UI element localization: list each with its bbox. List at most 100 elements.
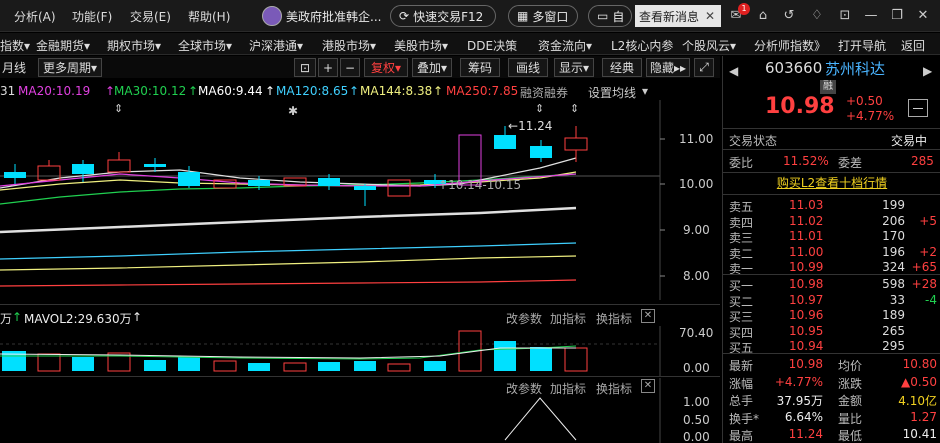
menu-trade[interactable]: 交易(E): [130, 8, 171, 25]
buy-price: 10.97: [789, 292, 824, 307]
restore-icon[interactable]: ⊡: [836, 7, 854, 25]
chevron-down-icon: ▾: [582, 60, 590, 75]
ma60-label: MA60:9.44: [198, 84, 263, 98]
window-close-icon[interactable]: ✕: [914, 7, 932, 25]
screen-icon: ▭: [597, 9, 609, 23]
plus-icon: +: [322, 60, 334, 75]
lock-button[interactable]: ⊡: [294, 58, 316, 77]
more-period-dropdown[interactable]: 更多周期 ▾: [38, 58, 102, 77]
ma60-line: [0, 206, 577, 234]
quick-trade-button[interactable]: ⟳ 快速交易F12: [390, 5, 496, 27]
nav-l2-core[interactable]: L2核心内参: [611, 37, 673, 54]
nav-futures[interactable]: 金融期货▾: [36, 37, 90, 54]
margin-trading-label[interactable]: 融资融券: [520, 84, 568, 101]
stat-row: 换手* 6.64% 量比 1.27: [723, 410, 940, 426]
display-label: 显示: [558, 61, 583, 75]
stat-row: 总手 37.95万 金额 4.10亿: [723, 392, 940, 408]
display-dropdown[interactable]: 显示 ▾: [554, 58, 594, 77]
next-stock-icon[interactable]: ▶: [923, 64, 932, 78]
kline-chart[interactable]: ⇕ ✱ ⇕ ⇕: [0, 100, 720, 300]
buy-row[interactable]: 买三 10.96 189: [723, 308, 940, 324]
sell-price: 10.99: [789, 260, 824, 274]
buy-volume: 33: [889, 292, 905, 307]
overlay-dropdown[interactable]: 叠加 ▾: [412, 58, 452, 77]
stat-value: +4.77%: [774, 374, 823, 389]
buy-row[interactable]: 买二 10.97 33 -4: [723, 292, 940, 309]
new-message-button[interactable]: 查看新消息 ✕: [635, 5, 721, 27]
nav-return[interactable]: 返回: [901, 37, 925, 54]
fullscreen-button[interactable]: ⤢: [694, 58, 714, 77]
sell-label: 卖三: [729, 231, 754, 245]
sell-row[interactable]: 卖三 11.01 170: [723, 229, 940, 245]
buy-row[interactable]: 买五 10.94 295: [723, 339, 940, 355]
draw-line-button[interactable]: 画线: [508, 58, 548, 77]
news-ticker[interactable]: 美政府批准韩企...: [262, 5, 381, 27]
collapse-button[interactable]: [908, 99, 928, 117]
buy-volume: 295: [882, 339, 905, 353]
buy-row[interactable]: 买一 10.98 598 +28: [723, 277, 940, 293]
sell-delta: +5: [919, 213, 937, 228]
ma144-label: MA144:8.38: [360, 84, 433, 98]
prev-stock-icon[interactable]: ◀: [729, 64, 738, 78]
close-icon[interactable]: ✕: [705, 9, 715, 23]
event-marker-icon[interactable]: ⇕: [114, 102, 123, 115]
home-icon[interactable]: ⌂: [754, 7, 772, 25]
event-marker-icon[interactable]: ⇕: [570, 102, 579, 115]
divider: [723, 149, 940, 150]
nav-us-stocks[interactable]: 美股市场▾: [394, 37, 448, 54]
sell-row[interactable]: 卖四 11.02 206 +5: [723, 213, 940, 230]
hide-button[interactable]: 隐藏 ▸▸: [646, 58, 690, 77]
zoom-out-button[interactable]: −: [340, 58, 360, 77]
sell-delta: +2: [919, 244, 937, 259]
maximize-icon[interactable]: ❐: [888, 7, 906, 25]
event-marker-icon[interactable]: ✱: [288, 104, 298, 118]
buy-l2-link[interactable]: 购买L2查看十档行情: [723, 173, 940, 193]
shirt-icon[interactable]: ♢: [808, 7, 826, 25]
stat-value: ▲0.50: [901, 374, 937, 389]
stat-label: 涨幅: [729, 376, 754, 391]
nav-fund-flow[interactable]: 资金流向▾: [538, 37, 592, 54]
nav-analyst-index[interactable]: 分析师指数》: [754, 37, 826, 54]
chips-button[interactable]: 筹码: [460, 58, 500, 77]
chevron-down-icon[interactable]: ▾: [642, 84, 648, 98]
back-icon[interactable]: ↺: [780, 7, 798, 25]
menu-help[interactable]: 帮助(H): [188, 8, 230, 25]
fuquan-dropdown[interactable]: 复权 ▾: [364, 58, 408, 77]
nav-open-guide[interactable]: 打开导航: [838, 37, 886, 54]
overlay-label: 叠加: [416, 61, 441, 75]
edit-params-button[interactable]: 改参数: [506, 310, 542, 327]
classic-button[interactable]: 经典: [602, 58, 642, 77]
close-icon[interactable]: ✕: [641, 309, 655, 323]
stat-row: 最高 11.24 最低 10.41: [723, 427, 940, 443]
sell-label: 卖四: [729, 215, 754, 230]
menu-function[interactable]: 功能(F): [72, 8, 112, 25]
self-select-button[interactable]: ▭ 自: [588, 5, 632, 27]
sell-row[interactable]: 卖二 11.00 196 +2: [723, 244, 940, 261]
sell-row[interactable]: 卖一 10.99 324 +65: [723, 260, 940, 276]
weicha-value: 285: [911, 154, 934, 168]
period-monthly[interactable]: 月线: [2, 59, 26, 76]
nav-dde[interactable]: DDE决策: [467, 37, 517, 54]
stat-label: 量比: [838, 411, 863, 426]
add-indicator-button[interactable]: 加指标: [550, 310, 586, 327]
nav-hk-connect[interactable]: 沪深港通▾: [249, 37, 303, 54]
candle: [107, 159, 131, 173]
sub-y-max: 1.00: [683, 395, 710, 409]
nav-hk-stocks[interactable]: 港股市场▾: [322, 37, 376, 54]
buy-row[interactable]: 买四 10.95 265: [723, 324, 940, 340]
nav-global[interactable]: 全球市场▾: [178, 37, 232, 54]
price-change: +0.50: [846, 94, 883, 108]
event-marker-icon[interactable]: ⇕: [535, 102, 544, 115]
nav-options[interactable]: 期权市场▾: [107, 37, 161, 54]
nav-index[interactable]: 指数▾: [0, 37, 30, 54]
multi-window-button[interactable]: ▦ 多窗口: [508, 5, 578, 27]
ma-settings-button[interactable]: 设置均线: [588, 84, 636, 101]
stock-name[interactable]: 苏州科达: [825, 58, 885, 79]
classic-label: 经典: [609, 61, 634, 75]
minimize-icon[interactable]: —: [862, 7, 880, 25]
switch-indicator-button[interactable]: 换指标: [596, 310, 632, 327]
sell-row[interactable]: 卖五 11.03 199: [723, 198, 940, 214]
nav-stock-wind[interactable]: 个股风云▾: [682, 37, 736, 54]
zoom-in-button[interactable]: +: [318, 58, 338, 77]
menu-analysis[interactable]: 分析(A): [14, 8, 56, 25]
